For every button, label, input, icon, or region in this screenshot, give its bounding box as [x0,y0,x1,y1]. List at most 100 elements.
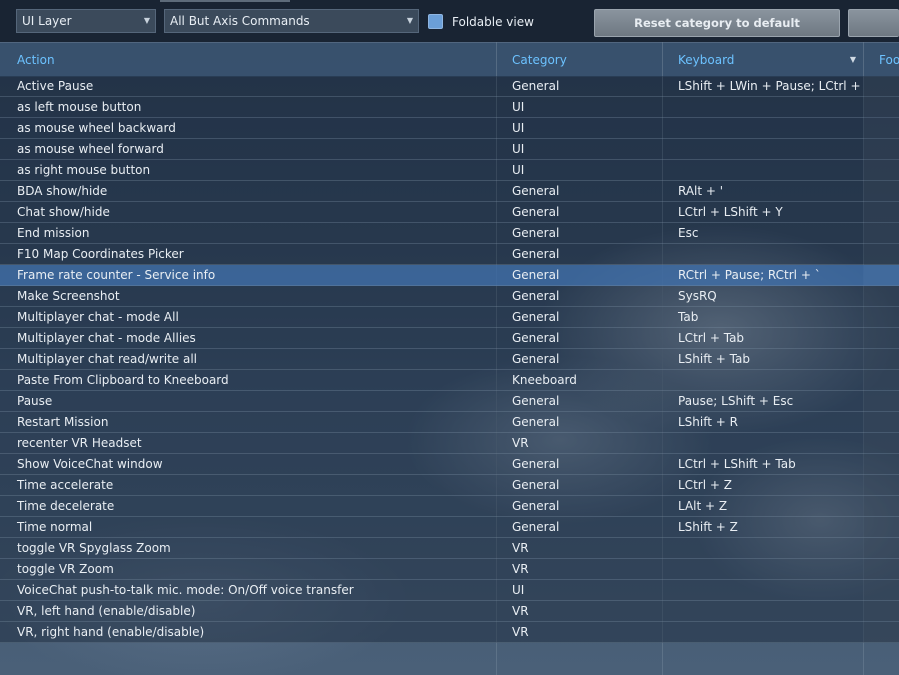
keyboard-cell[interactable]: Tab [672,307,862,327]
table-row[interactable]: Pause General Pause; LShift + Esc [0,391,899,412]
category-cell[interactable]: General [506,76,662,96]
keyboard-cell[interactable]: SysRQ [672,286,862,306]
category-cell[interactable]: General [506,244,662,264]
category-cell[interactable]: General [506,286,662,306]
foo-cell[interactable] [864,265,899,285]
category-cell[interactable]: UI [506,139,662,159]
sort-down-icon[interactable]: ▼ [850,43,856,77]
keyboard-cell[interactable]: RCtrl + Pause; RCtrl + ` [672,265,862,285]
table-row[interactable]: Paste From Clipboard to Kneeboard Kneeboa… [0,370,899,391]
table-row[interactable]: F10 Map Coordinates Picker General [0,244,899,265]
table-row[interactable]: toggle VR Zoom VR [0,559,899,580]
keyboard-cell[interactable] [672,160,862,180]
category-cell[interactable]: Kneeboard [506,370,662,390]
category-cell[interactable]: UI [506,118,662,138]
table-row[interactable]: Time normal General LShift + Z [0,517,899,538]
category-cell[interactable]: General [506,307,662,327]
column-header-category[interactable]: Category [506,43,662,77]
category-cell[interactable]: General [506,475,662,495]
keyboard-cell[interactable]: LAlt + Z [672,496,862,516]
next-toolbar-button[interactable] [848,9,899,37]
foo-cell[interactable] [864,223,899,243]
category-cell[interactable]: UI [506,97,662,117]
table-row[interactable]: Multiplayer chat read/write all General LS… [0,349,899,370]
category-cell[interactable]: General [506,517,662,537]
foo-cell[interactable] [864,538,899,558]
table-row[interactable]: VR, right hand (enable/disable) VR [0,622,899,643]
keyboard-cell[interactable] [672,559,862,579]
table-row[interactable]: as mouse wheel forward UI [0,139,899,160]
table-row[interactable]: Multiplayer chat - mode All General Tab [0,307,899,328]
category-cell[interactable]: General [506,223,662,243]
foo-cell[interactable] [864,160,899,180]
table-row[interactable]: BDA show/hide General RAlt + ' [0,181,899,202]
foo-cell[interactable] [864,97,899,117]
keyboard-cell[interactable] [672,97,862,117]
foo-cell[interactable] [864,601,899,621]
foo-cell[interactable] [864,181,899,201]
category-cell[interactable]: General [506,454,662,474]
category-cell[interactable]: UI [506,160,662,180]
keyboard-cell[interactable]: LShift + LWin + Pause; LCtrl + [672,76,862,96]
category-cell[interactable]: General [506,391,662,411]
table-row[interactable]: End mission General Esc [0,223,899,244]
category-cell[interactable]: VR [506,601,662,621]
table-row[interactable]: as left mouse button UI [0,97,899,118]
foo-cell[interactable] [864,475,899,495]
category-cell[interactable]: General [506,265,662,285]
table-row[interactable]: as right mouse button UI [0,160,899,181]
foo-cell[interactable] [864,202,899,222]
reset-category-button[interactable]: Reset category to default [594,9,840,37]
category-cell[interactable]: General [506,496,662,516]
foo-cell[interactable] [864,328,899,348]
category-cell[interactable]: VR [506,622,662,642]
keyboard-cell[interactable]: LCtrl + Tab [672,328,862,348]
foo-cell[interactable] [864,76,899,96]
foo-cell[interactable] [864,622,899,642]
keyboard-cell[interactable]: LCtrl + Z [672,475,862,495]
keyboard-cell[interactable] [672,139,862,159]
table-row[interactable]: recenter VR Headset VR [0,433,899,454]
category-cell[interactable]: UI [506,580,662,600]
keyboard-cell[interactable]: Esc [672,223,862,243]
category-cell[interactable]: VR [506,538,662,558]
table-row[interactable]: Multiplayer chat - mode Allies General LCt… [0,328,899,349]
foo-cell[interactable] [864,391,899,411]
foo-cell[interactable] [864,559,899,579]
category-cell[interactable]: VR [506,433,662,453]
table-row[interactable]: Restart Mission General LShift + R [0,412,899,433]
layer-dropdown[interactable]: UI Layer ▼ [16,9,156,33]
table-row[interactable]: Time accelerate General LCtrl + Z [0,475,899,496]
foo-cell[interactable] [864,580,899,600]
table-row[interactable]: toggle VR Spyglass Zoom VR [0,538,899,559]
foo-cell[interactable] [864,454,899,474]
table-row[interactable]: Time decelerate General LAlt + Z [0,496,899,517]
foo-cell[interactable] [864,433,899,453]
foldable-view-checkbox[interactable] [428,14,443,29]
keyboard-cell[interactable]: LShift + Z [672,517,862,537]
category-cell[interactable]: General [506,328,662,348]
category-cell[interactable]: General [506,181,662,201]
table-row[interactable]: as mouse wheel backward UI [0,118,899,139]
keyboard-cell[interactable] [672,580,862,600]
category-cell[interactable]: General [506,202,662,222]
keyboard-cell[interactable] [672,244,862,264]
foo-cell[interactable] [864,517,899,537]
table-row[interactable]: VR, left hand (enable/disable) VR [0,601,899,622]
keyboard-cell[interactable] [672,370,862,390]
foo-cell[interactable] [864,412,899,432]
foo-cell[interactable] [864,349,899,369]
keyboard-cell[interactable]: Pause; LShift + Esc [672,391,862,411]
table-row[interactable]: Show VoiceChat window General LCtrl + LShi… [0,454,899,475]
table-row[interactable]: Frame rate counter - Service info General… [0,265,899,286]
keyboard-cell[interactable]: RAlt + ' [672,181,862,201]
table-row[interactable]: Active Pause General LShift + LWin + Pause… [0,76,899,97]
table-row[interactable]: Make Screenshot General SysRQ [0,286,899,307]
table-row[interactable]: VoiceChat push-to-talk mic. mode: On/Off… [0,580,899,601]
filter-dropdown[interactable]: All But Axis Commands ▼ [164,9,419,33]
column-header-keyboard[interactable]: Keyboard ▼ [672,43,862,77]
foo-cell[interactable] [864,307,899,327]
table-row[interactable]: Chat show/hide General LCtrl + LShift + Y [0,202,899,223]
foo-cell[interactable] [864,496,899,516]
category-cell[interactable]: General [506,412,662,432]
